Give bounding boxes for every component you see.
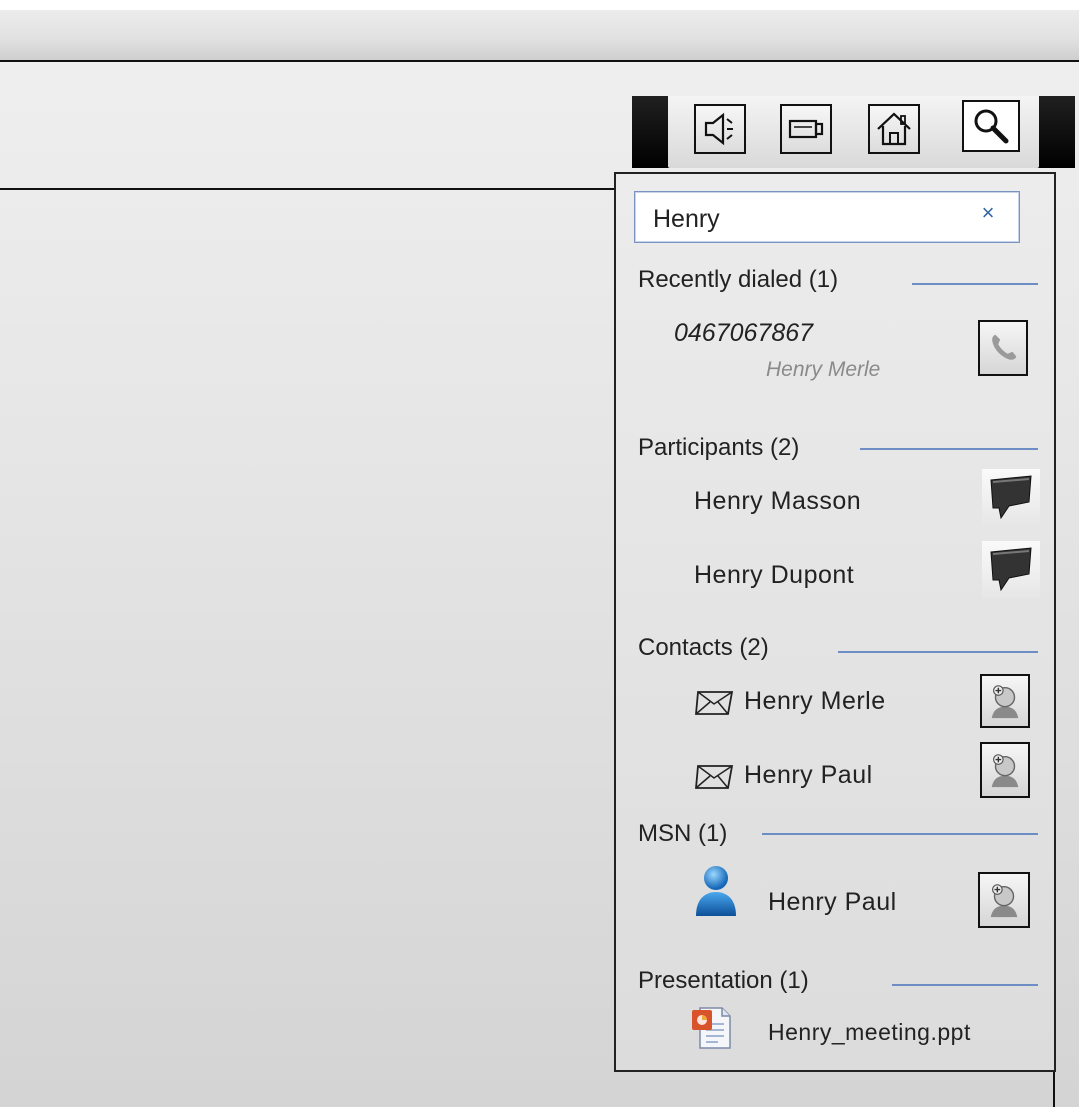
contact-name: Henry Paul: [744, 761, 873, 789]
section-rule: [912, 283, 1038, 285]
search-input[interactable]: [653, 206, 953, 232]
toolbar-inner: [668, 96, 1039, 168]
section-rule: [838, 651, 1038, 653]
section-rule: [762, 833, 1038, 835]
add-contact-icon: [991, 754, 1019, 788]
search-icon: [974, 109, 1009, 144]
add-contact-button[interactable]: [980, 674, 1030, 728]
dialed-contact-name: Henry Merle: [766, 358, 881, 381]
call-button[interactable]: [978, 320, 1028, 376]
powerpoint-file-icon[interactable]: [688, 1004, 736, 1052]
section-header-contacts: Contacts (2): [638, 634, 769, 661]
chat-button[interactable]: [982, 469, 1040, 527]
video-camera-icon: [788, 119, 824, 139]
chat-bubble-icon: [990, 547, 1032, 592]
speaker-button[interactable]: [694, 104, 746, 154]
add-contact-icon: [990, 884, 1018, 918]
presentation-file-name[interactable]: Henry_meeting.ppt: [768, 1019, 971, 1046]
participant-name: Henry Dupont: [694, 561, 855, 589]
envelope-icon: [695, 691, 734, 715]
search-results-panel: × Recently dialed (1) 0467067867 Henry M…: [614, 172, 1056, 1072]
section-header-participants: Participants (2): [638, 434, 800, 461]
section-rule: [860, 448, 1038, 450]
search-toggle-button[interactable]: [962, 100, 1020, 152]
home-button[interactable]: [868, 104, 920, 154]
add-contact-icon: [991, 685, 1019, 719]
add-contact-button[interactable]: [978, 872, 1030, 928]
participant-name: Henry Masson: [694, 487, 862, 515]
chat-button[interactable]: [982, 541, 1040, 599]
msn-user-icon: [696, 866, 736, 916]
clear-search-button[interactable]: ×: [973, 198, 1003, 228]
section-header-msn: MSN (1): [638, 820, 728, 847]
divider-line: [0, 188, 620, 190]
section-header-recently-dialed: Recently dialed (1): [638, 266, 839, 293]
add-contact-button[interactable]: [980, 742, 1030, 798]
msn-contact-name: Henry Paul: [768, 888, 897, 916]
search-box: ×: [634, 191, 1020, 243]
dialed-number: 0467067867: [674, 319, 814, 347]
divider-line-vertical: [1053, 1072, 1055, 1107]
phone-icon: [992, 334, 1017, 360]
home-icon: [877, 112, 911, 146]
section-rule: [892, 984, 1038, 986]
toolbar: [632, 96, 1075, 168]
contact-name: Henry Merle: [744, 687, 886, 715]
speaker-icon: [704, 112, 733, 146]
video-button[interactable]: [780, 104, 832, 154]
section-header-presentation: Presentation (1): [638, 967, 809, 994]
title-bar: [0, 10, 1079, 62]
envelope-icon: [695, 765, 734, 789]
chat-bubble-icon: [990, 475, 1032, 520]
top-margin: [0, 0, 1079, 10]
